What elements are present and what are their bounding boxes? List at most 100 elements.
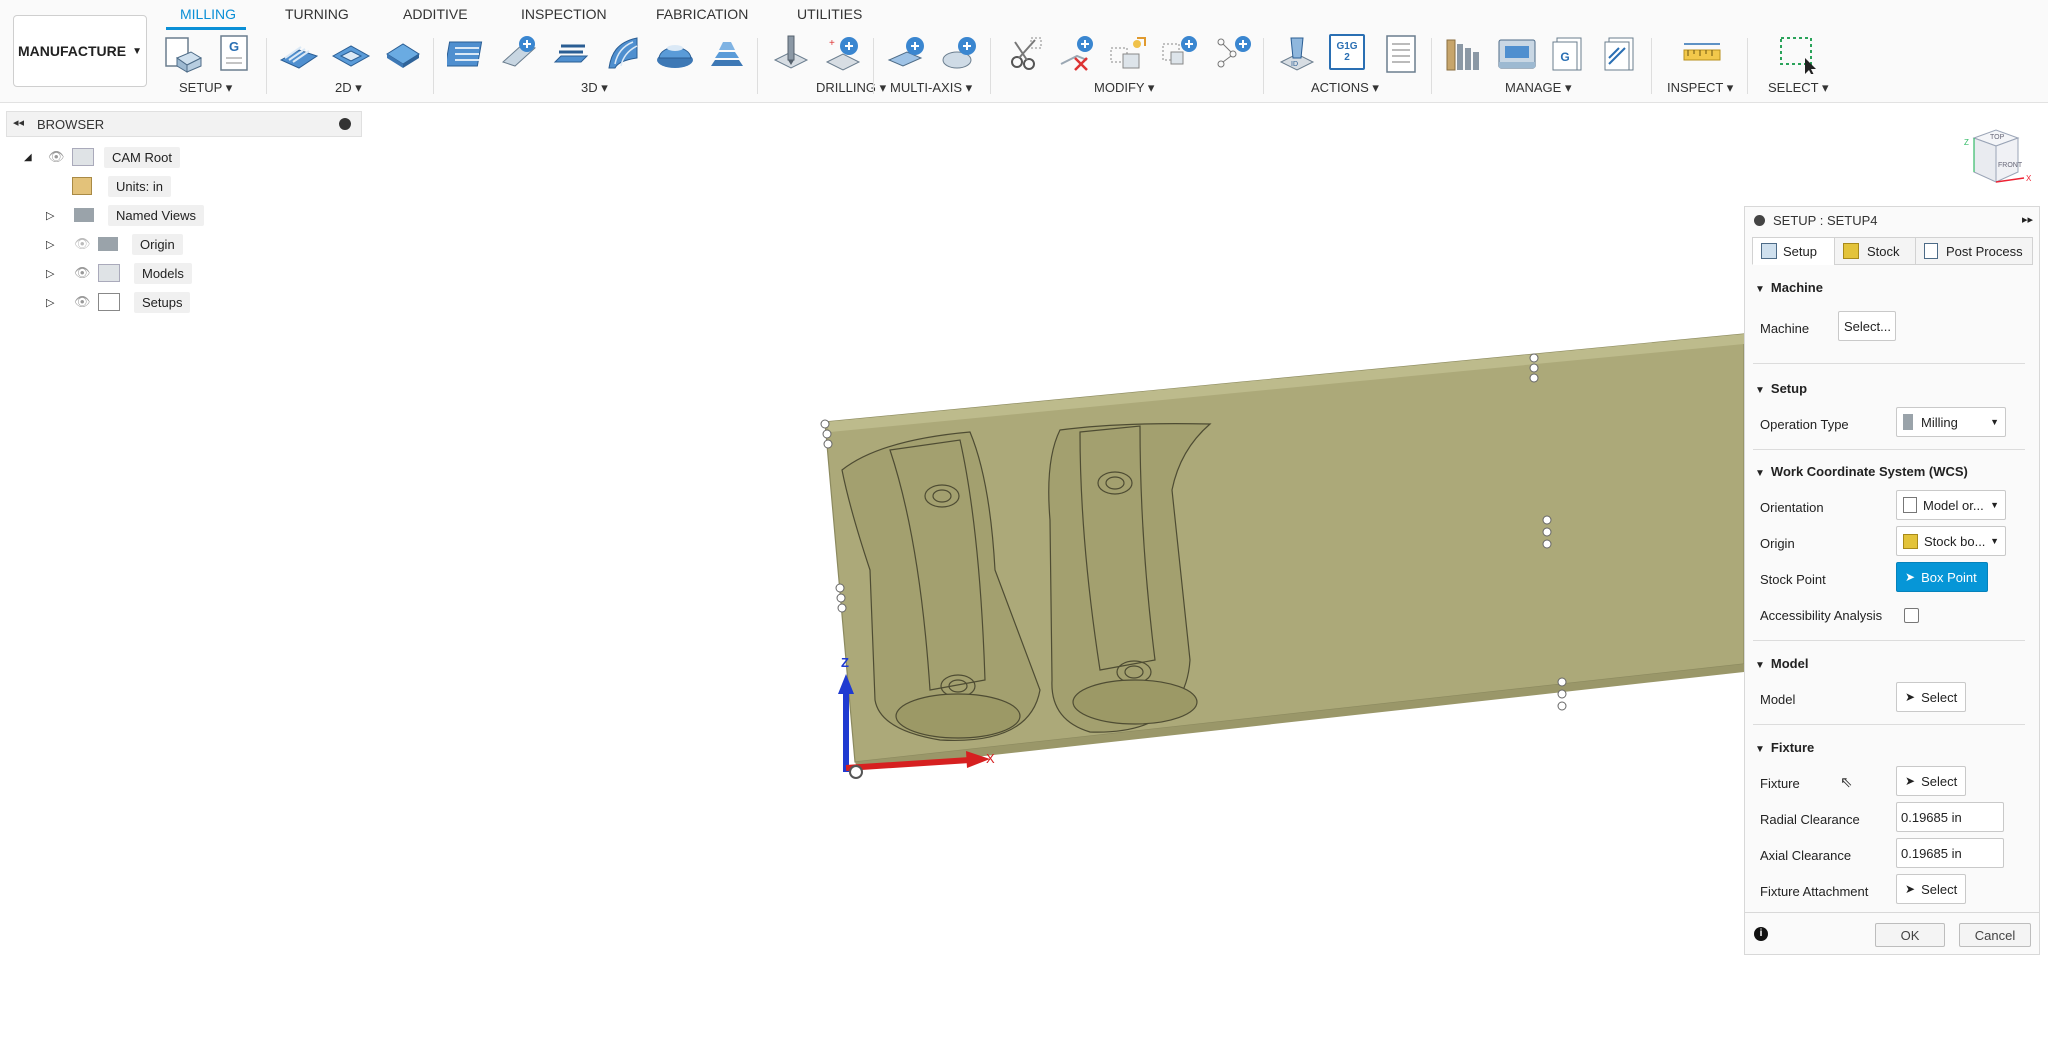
parallel-icon[interactable] xyxy=(603,34,643,74)
post-process-icon[interactable]: G1G2 xyxy=(1329,34,1365,70)
collapse-browser-icon[interactable]: ◂◂ xyxy=(13,116,24,129)
tree-item-cam-root[interactable]: ◢ 👁 CAM Root xyxy=(24,145,180,169)
wcs-triad[interactable] xyxy=(830,650,1010,780)
2d-adaptive-icon[interactable] xyxy=(279,34,319,74)
section-divider xyxy=(1753,363,2025,364)
visibility-eye-icon[interactable]: 👁 xyxy=(48,149,72,165)
cancel-button[interactable]: Cancel xyxy=(1959,923,2031,947)
tree-item-origin[interactable]: ▷ 👁 Origin xyxy=(46,232,183,256)
tab-setup[interactable]: Setup xyxy=(1752,237,1835,265)
delete-icon[interactable] xyxy=(1057,34,1097,74)
radial-clearance-input[interactable]: 0.19685 in xyxy=(1896,802,2004,832)
axial-clearance-input[interactable]: 0.19685 in xyxy=(1896,838,2004,868)
tab-stock[interactable]: Stock xyxy=(1834,237,1916,265)
expand-panel-icon[interactable]: ▸▸ xyxy=(2022,213,2033,226)
tab-post-process[interactable]: Post Process xyxy=(1915,237,2033,265)
section-fixture[interactable]: ▼ Fixture xyxy=(1755,740,1814,755)
visibility-eye-icon[interactable]: 👁 xyxy=(74,294,98,310)
new-setup-icon[interactable] xyxy=(163,34,203,74)
workspace-switcher[interactable]: MANUFACTURE ▼ xyxy=(13,15,147,87)
drill-icon[interactable] xyxy=(771,34,811,74)
section-machine[interactable]: ▼ Machine xyxy=(1755,280,1823,295)
expand-triangle-icon[interactable]: ▷ xyxy=(46,267,74,280)
box-point-button[interactable]: ➤ Box Point xyxy=(1896,562,1988,592)
pattern-icon[interactable] xyxy=(1161,34,1201,74)
scallop-icon[interactable] xyxy=(655,34,695,74)
model-select-label: Select xyxy=(1921,689,1958,705)
viewcube[interactable]: TOP FRONT X Z xyxy=(1962,124,2032,192)
viewcube-x-label: X xyxy=(2026,174,2032,183)
operation-type-dropdown[interactable]: Milling ▼ xyxy=(1896,407,2006,437)
template-library-icon[interactable] xyxy=(1601,34,1641,74)
info-icon[interactable]: i xyxy=(1754,927,1768,941)
tree-item-units[interactable]: Units: in xyxy=(72,174,171,198)
milling-tool-icon xyxy=(1903,414,1913,430)
dialog-toggle-icon[interactable] xyxy=(1754,215,1765,226)
origin-dropdown[interactable]: Stock bo... ▼ xyxy=(1896,526,2006,556)
3d-adaptive-icon[interactable] xyxy=(447,34,487,74)
origin-marker[interactable] xyxy=(849,765,863,779)
orientation-dropdown[interactable]: Model or... ▼ xyxy=(1896,490,2006,520)
hole-recognition-icon[interactable]: + xyxy=(823,34,863,74)
steep-shallow-icon[interactable] xyxy=(551,34,591,74)
tab-turning[interactable]: TURNING xyxy=(285,6,349,22)
group-multi-axis-label[interactable]: MULTI-AXIS ▾ xyxy=(890,80,972,96)
tab-utilities[interactable]: UTILITIES xyxy=(797,6,862,22)
tool-library-icon[interactable] xyxy=(1445,34,1485,74)
swarf-icon[interactable] xyxy=(887,34,927,74)
group-inspect-label[interactable]: INSPECT ▾ xyxy=(1667,80,1733,96)
nc-program-icon[interactable]: G xyxy=(215,34,255,74)
group-setup-label[interactable]: SETUP ▾ xyxy=(179,80,232,96)
contour-icon[interactable] xyxy=(707,34,747,74)
tree-item-setups[interactable]: ▷ 👁 Setups xyxy=(46,290,191,314)
accessibility-analysis-checkbox[interactable] xyxy=(1904,608,1919,623)
tab-fabrication[interactable]: FABRICATION xyxy=(656,6,748,22)
2d-pocket-icon[interactable] xyxy=(331,34,371,74)
setup-sheet-icon[interactable] xyxy=(1381,34,1421,74)
hidden-eye-icon[interactable]: 👁 xyxy=(74,236,98,252)
group-manage-label[interactable]: MANAGE ▾ xyxy=(1505,80,1571,96)
group-2d-label[interactable]: 2D ▾ xyxy=(335,80,362,96)
transform-icon[interactable] xyxy=(1213,34,1253,74)
browser-toggle-icon[interactable] xyxy=(339,118,351,130)
machine-label: Machine xyxy=(1760,321,1810,336)
fixture-attachment-select-button[interactable]: ➤ Select xyxy=(1896,874,1966,904)
model-select-button[interactable]: ➤ Select xyxy=(1896,682,1966,712)
measure-icon[interactable] xyxy=(1682,34,1722,74)
x-axis-arrow xyxy=(845,757,971,771)
3d-pocket-icon[interactable] xyxy=(499,34,539,74)
group-select-label[interactable]: SELECT ▾ xyxy=(1768,80,1828,96)
post-library-icon[interactable]: G xyxy=(1549,34,1589,74)
fixture-select-button[interactable]: ➤ Select xyxy=(1896,766,1966,796)
tab-milling[interactable]: MILLING xyxy=(180,6,236,22)
multi-axis-contour-icon[interactable] xyxy=(939,34,979,74)
cut-icon[interactable] xyxy=(1005,34,1045,74)
section-model[interactable]: ▼ Model xyxy=(1755,656,1808,671)
group-modify-label[interactable]: MODIFY ▾ xyxy=(1094,80,1154,96)
tree-item-named-views[interactable]: ▷ Named Views xyxy=(46,203,204,227)
tree-item-models[interactable]: ▷ 👁 Models xyxy=(46,261,192,285)
section-wcs[interactable]: ▼ Work Coordinate System (WCS) xyxy=(1755,464,1968,479)
group-drilling-label[interactable]: DRILLING ▾ xyxy=(816,80,886,96)
folder-icon xyxy=(98,237,118,251)
face-icon[interactable] xyxy=(383,34,423,74)
ok-button[interactable]: OK xyxy=(1875,923,1945,947)
machine-select-button[interactable]: Select... xyxy=(1838,311,1896,341)
svg-text:G: G xyxy=(1560,50,1569,64)
simulate-icon[interactable]: ID xyxy=(1277,34,1317,74)
expand-triangle-icon[interactable]: ▷ xyxy=(46,209,74,222)
expand-triangle-icon[interactable]: ▷ xyxy=(46,238,74,251)
duplicate-icon[interactable] xyxy=(1109,34,1149,74)
expand-triangle-icon[interactable]: ▷ xyxy=(46,296,74,309)
section-setup[interactable]: ▼ Setup xyxy=(1755,381,1807,396)
window-select-icon[interactable] xyxy=(1777,34,1817,74)
visibility-eye-icon[interactable]: 👁 xyxy=(74,265,98,281)
group-actions-label[interactable]: ACTIONS ▾ xyxy=(1311,80,1379,96)
machine-library-icon[interactable] xyxy=(1497,34,1537,74)
collapse-triangle-icon[interactable]: ◢ xyxy=(24,152,38,163)
tab-inspection[interactable]: INSPECTION xyxy=(521,6,607,22)
group-3d-label[interactable]: 3D ▾ xyxy=(581,80,608,96)
tab-additive[interactable]: ADDITIVE xyxy=(403,6,468,22)
dialog-title-bar[interactable]: SETUP : SETUP4 ▸▸ xyxy=(1745,207,2039,233)
group-separator xyxy=(1651,38,1652,94)
